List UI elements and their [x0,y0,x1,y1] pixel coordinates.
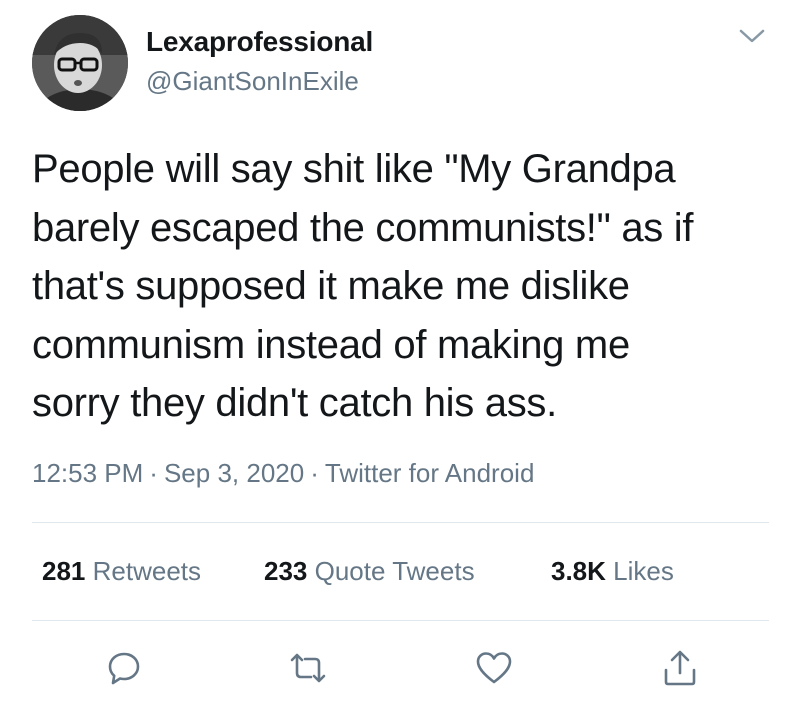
retweets-stat[interactable]: 281 Retweets [42,556,201,587]
likes-label: Likes [613,556,674,586]
like-icon[interactable] [474,648,514,688]
tweet-text-line: that's supposed it make me dislike [32,264,630,308]
retweet-icon[interactable] [288,648,328,688]
tweet-time[interactable]: 12:53 PM [32,458,143,488]
likes-stat[interactable]: 3.8K Likes [551,556,674,587]
tweet-text-line: barely escaped the communists!" as if [32,205,694,250]
chevron-down-icon[interactable] [738,26,766,46]
reply-icon[interactable] [104,648,144,688]
avatar-photo-icon [32,15,128,111]
retweets-label: Retweets [92,556,202,586]
tweet-card: Lexaprofessional @GiantSonInExile People… [0,0,801,704]
divider [32,522,769,523]
meta-separator: · [310,458,319,488]
likes-count: 3.8K [551,556,606,586]
quote-tweets-stat[interactable]: 233 Quote Tweets [264,556,475,587]
tweet-text-line: sorry they didn't catch his ass. [32,381,557,425]
tweet-text: People will say shit like "My Grandpa ba… [32,140,782,433]
quote-tweets-label: Quote Tweets [314,556,475,586]
tweet-text-line: People will say shit like "My Grandpa [32,147,676,191]
tweet-date[interactable]: Sep 3, 2020 [164,458,304,488]
tweet-meta: 12:53 PM · Sep 3, 2020 · Twitter for Android [32,458,534,489]
display-name[interactable]: Lexaprofessional [146,26,373,58]
tweet-text-line: communism instead of making me [32,322,630,367]
user-handle[interactable]: @GiantSonInExile [146,66,359,97]
avatar[interactable] [32,15,128,111]
share-icon[interactable] [660,648,700,688]
divider [32,620,769,621]
tweet-source[interactable]: Twitter for Android [325,458,535,488]
meta-separator: · [149,458,158,488]
quote-tweets-count: 233 [264,556,308,586]
retweets-count: 281 [42,556,86,586]
tweet-actions [0,648,801,688]
